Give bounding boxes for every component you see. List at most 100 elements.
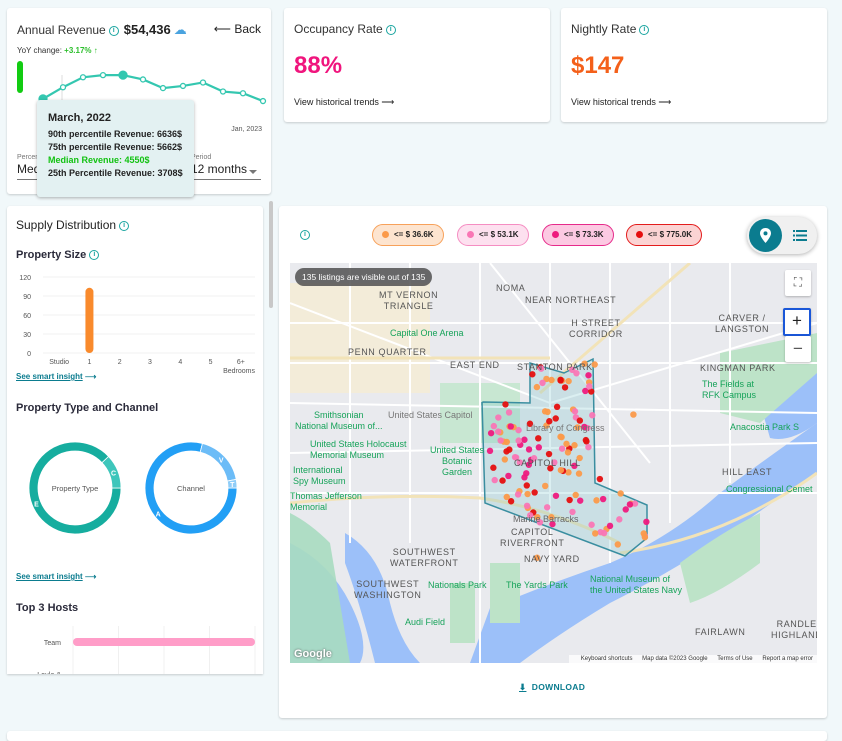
zoom-out-button[interactable]: − <box>785 336 811 362</box>
info-icon[interactable]: i <box>108 25 119 36</box>
top-hosts-title: Top 3 Hosts <box>16 602 79 614</box>
listing-dot <box>542 482 549 490</box>
listing-dot <box>544 408 551 416</box>
legend-pill[interactable]: <= $ 73.3K <box>542 224 614 246</box>
terms-of-use-link[interactable]: Terms of Use <box>717 656 752 662</box>
view-historical-trends-link[interactable]: View historical trends ⟶ <box>571 97 671 108</box>
cloud-download-icon[interactable]: ☁ <box>174 22 187 38</box>
listing-dot <box>571 408 579 415</box>
annual-revenue-label: Annual Revenue <box>17 23 106 37</box>
listing-dot <box>563 440 570 448</box>
chevron-down-icon <box>249 170 257 174</box>
listing-dot <box>558 445 566 452</box>
legend-label: <= $ 53.1K <box>479 230 519 239</box>
map-label: HILL EAST <box>722 467 773 477</box>
listing-dot <box>614 541 621 548</box>
listing-dot <box>545 450 553 458</box>
poi-label[interactable]: United States Capitol <box>388 410 473 421</box>
list-view-icon[interactable] <box>793 230 807 241</box>
info-icon[interactable]: i <box>300 230 310 240</box>
map-view[interactable]: MT VERNON TRIANGLE NOMA NEAR NORTHEAST H … <box>290 263 817 663</box>
listing-dot <box>593 497 600 504</box>
listing-dot <box>589 412 596 419</box>
view-toggle[interactable] <box>747 217 817 254</box>
poi-label[interactable]: The Fields at RFK Campus <box>702 379 756 401</box>
map-label: NOMA <box>496 283 526 293</box>
tooltip-row: 75th percentile Revenue: 5662$ <box>48 142 183 152</box>
legend-pill[interactable]: <= $ 36.6K <box>372 224 444 246</box>
poi-label[interactable]: Library of Congress <box>526 423 605 434</box>
info-icon[interactable]: i <box>89 250 100 261</box>
yoy-label: YoY change: <box>17 46 62 55</box>
listing-dot <box>565 469 572 476</box>
poi-label[interactable]: Congressional Cemet <box>726 484 813 495</box>
poi-label[interactable]: Capital One Arena <box>390 328 464 339</box>
zoom-in-button[interactable]: + <box>783 308 811 336</box>
listing-dot <box>557 376 564 384</box>
x-tick-label: 6+ <box>237 359 245 366</box>
poi-label[interactable]: Marine Barracks <box>513 514 579 525</box>
listing-dot <box>525 446 533 453</box>
tooltip-row: 25th Percentile Revenue: 3708$ <box>48 168 183 178</box>
legend-pill[interactable]: <= $ 775.0K <box>626 224 703 246</box>
map-view-button[interactable] <box>749 219 782 252</box>
legend-pill[interactable]: <= $ 53.1K <box>457 224 529 246</box>
property-size-bar <box>85 287 94 353</box>
listing-dot <box>552 492 560 499</box>
poi-label[interactable]: Smithsonian National Museum of... <box>295 410 383 432</box>
listing-dot <box>592 530 599 537</box>
period-select[interactable]: Period 12 months <box>191 154 261 180</box>
listing-dot <box>543 504 551 511</box>
slice-label: E <box>34 501 39 508</box>
see-smart-insight-link[interactable]: See smart insight ⟶ <box>16 372 96 381</box>
donut-center-label: Property Type <box>52 484 99 493</box>
poi-label[interactable]: International Spy Museum <box>293 465 346 487</box>
info-icon[interactable]: i <box>639 24 650 35</box>
property-type-donut[interactable]: E C Property Type <box>27 440 123 536</box>
listing-dot <box>643 518 650 526</box>
poi-label[interactable]: Anacostia Park S <box>730 422 799 433</box>
poi-label[interactable]: The Yards Park <box>506 580 568 591</box>
listing-dot <box>499 477 506 484</box>
listing-dot <box>616 516 623 523</box>
legend-label: <= $ 36.6K <box>394 230 434 239</box>
download-button[interactable]: ⬇ DOWNLOAD <box>519 682 585 693</box>
sparkline-point <box>179 82 187 90</box>
listing-dot <box>557 433 564 440</box>
view-historical-trends-link[interactable]: View historical trends ⟶ <box>294 97 394 108</box>
arrow-left-icon: ⟵ <box>213 22 231 36</box>
x-tick-label: 1 <box>87 359 91 366</box>
see-smart-insight-link[interactable]: See smart insight ⟶ <box>16 572 96 581</box>
info-icon[interactable]: i <box>119 220 130 231</box>
poi-label[interactable]: Nationals Park <box>428 580 487 591</box>
report-map-error-link[interactable]: Report a map error <box>762 656 813 662</box>
info-icon[interactable]: i <box>385 24 396 35</box>
keyboard-shortcuts-link[interactable]: Keyboard shortcuts <box>581 656 633 662</box>
listing-dot <box>515 437 522 444</box>
google-logo[interactable]: Google <box>294 648 332 660</box>
listing-dot <box>503 448 510 455</box>
annual-revenue-title: Annual Revenue i $54,436 ☁ <box>17 22 187 38</box>
listing-dot <box>533 383 541 391</box>
sparkline-point <box>219 88 227 95</box>
sparkline-point <box>159 84 167 92</box>
occupancy-rate-label: Occupancy Rate <box>294 22 383 36</box>
download-icon: ⬇ <box>519 682 527 692</box>
park-area <box>490 563 520 623</box>
back-button[interactable]: ⟵ Back <box>214 22 261 36</box>
poi-label[interactable]: Audi Field <box>405 617 445 628</box>
sparkline-point <box>139 76 147 83</box>
scrollbar[interactable] <box>269 201 273 308</box>
poi-label[interactable]: National Museum of the United States Navy <box>590 574 682 596</box>
listing-dot <box>600 529 608 537</box>
poi-label[interactable]: Thomas Jefferson Memorial <box>290 491 362 513</box>
poi-label[interactable]: United States Botanic Garden <box>430 445 484 478</box>
channel-donut[interactable]: A V T Channel <box>143 440 239 536</box>
sparkline-point <box>79 74 87 81</box>
listing-dot <box>565 377 572 385</box>
poi-label[interactable]: United States Holocaust Memorial Museum <box>310 439 407 461</box>
fullscreen-button[interactable]: ⛶ <box>785 270 811 296</box>
map-label: PENN QUARTER <box>348 347 427 357</box>
sparkline-point <box>59 84 67 91</box>
map-label: NAVY YARD <box>524 554 580 564</box>
